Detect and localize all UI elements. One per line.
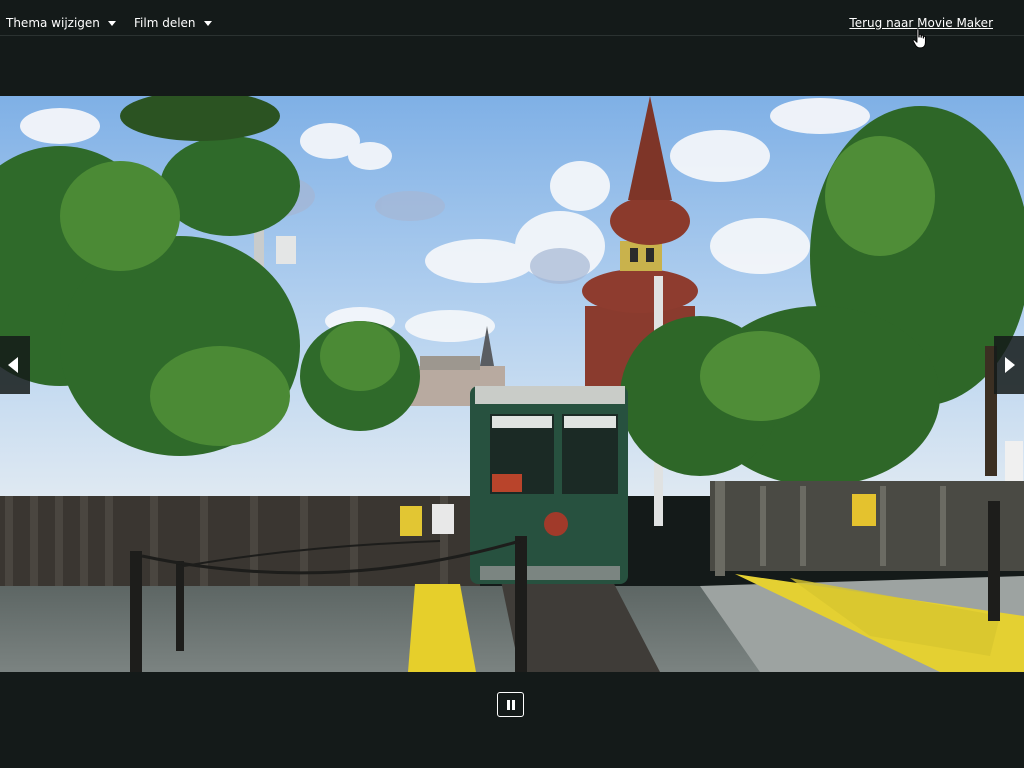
arrow-right-icon (1005, 357, 1015, 373)
arrow-left-icon (8, 357, 18, 373)
caret-down-icon (203, 21, 212, 26)
top-bar: Thema wijzigen Film delen Terug naar Mov… (0, 0, 1024, 36)
next-arrow-button[interactable] (994, 336, 1024, 394)
pause-icon (512, 700, 515, 710)
video-scene (0, 96, 1024, 672)
change-theme-label: Thema wijzigen (6, 16, 100, 30)
pause-icon (507, 700, 510, 710)
video-frame[interactable] (0, 96, 1024, 672)
change-theme-menu[interactable]: Thema wijzigen (6, 15, 116, 31)
previous-arrow-button[interactable] (0, 336, 30, 394)
pause-button[interactable] (497, 692, 524, 717)
share-movie-label: Film delen (134, 16, 196, 30)
caret-down-icon (107, 21, 116, 26)
hand-cursor-icon (912, 28, 926, 49)
share-movie-menu[interactable]: Film delen (134, 15, 212, 31)
